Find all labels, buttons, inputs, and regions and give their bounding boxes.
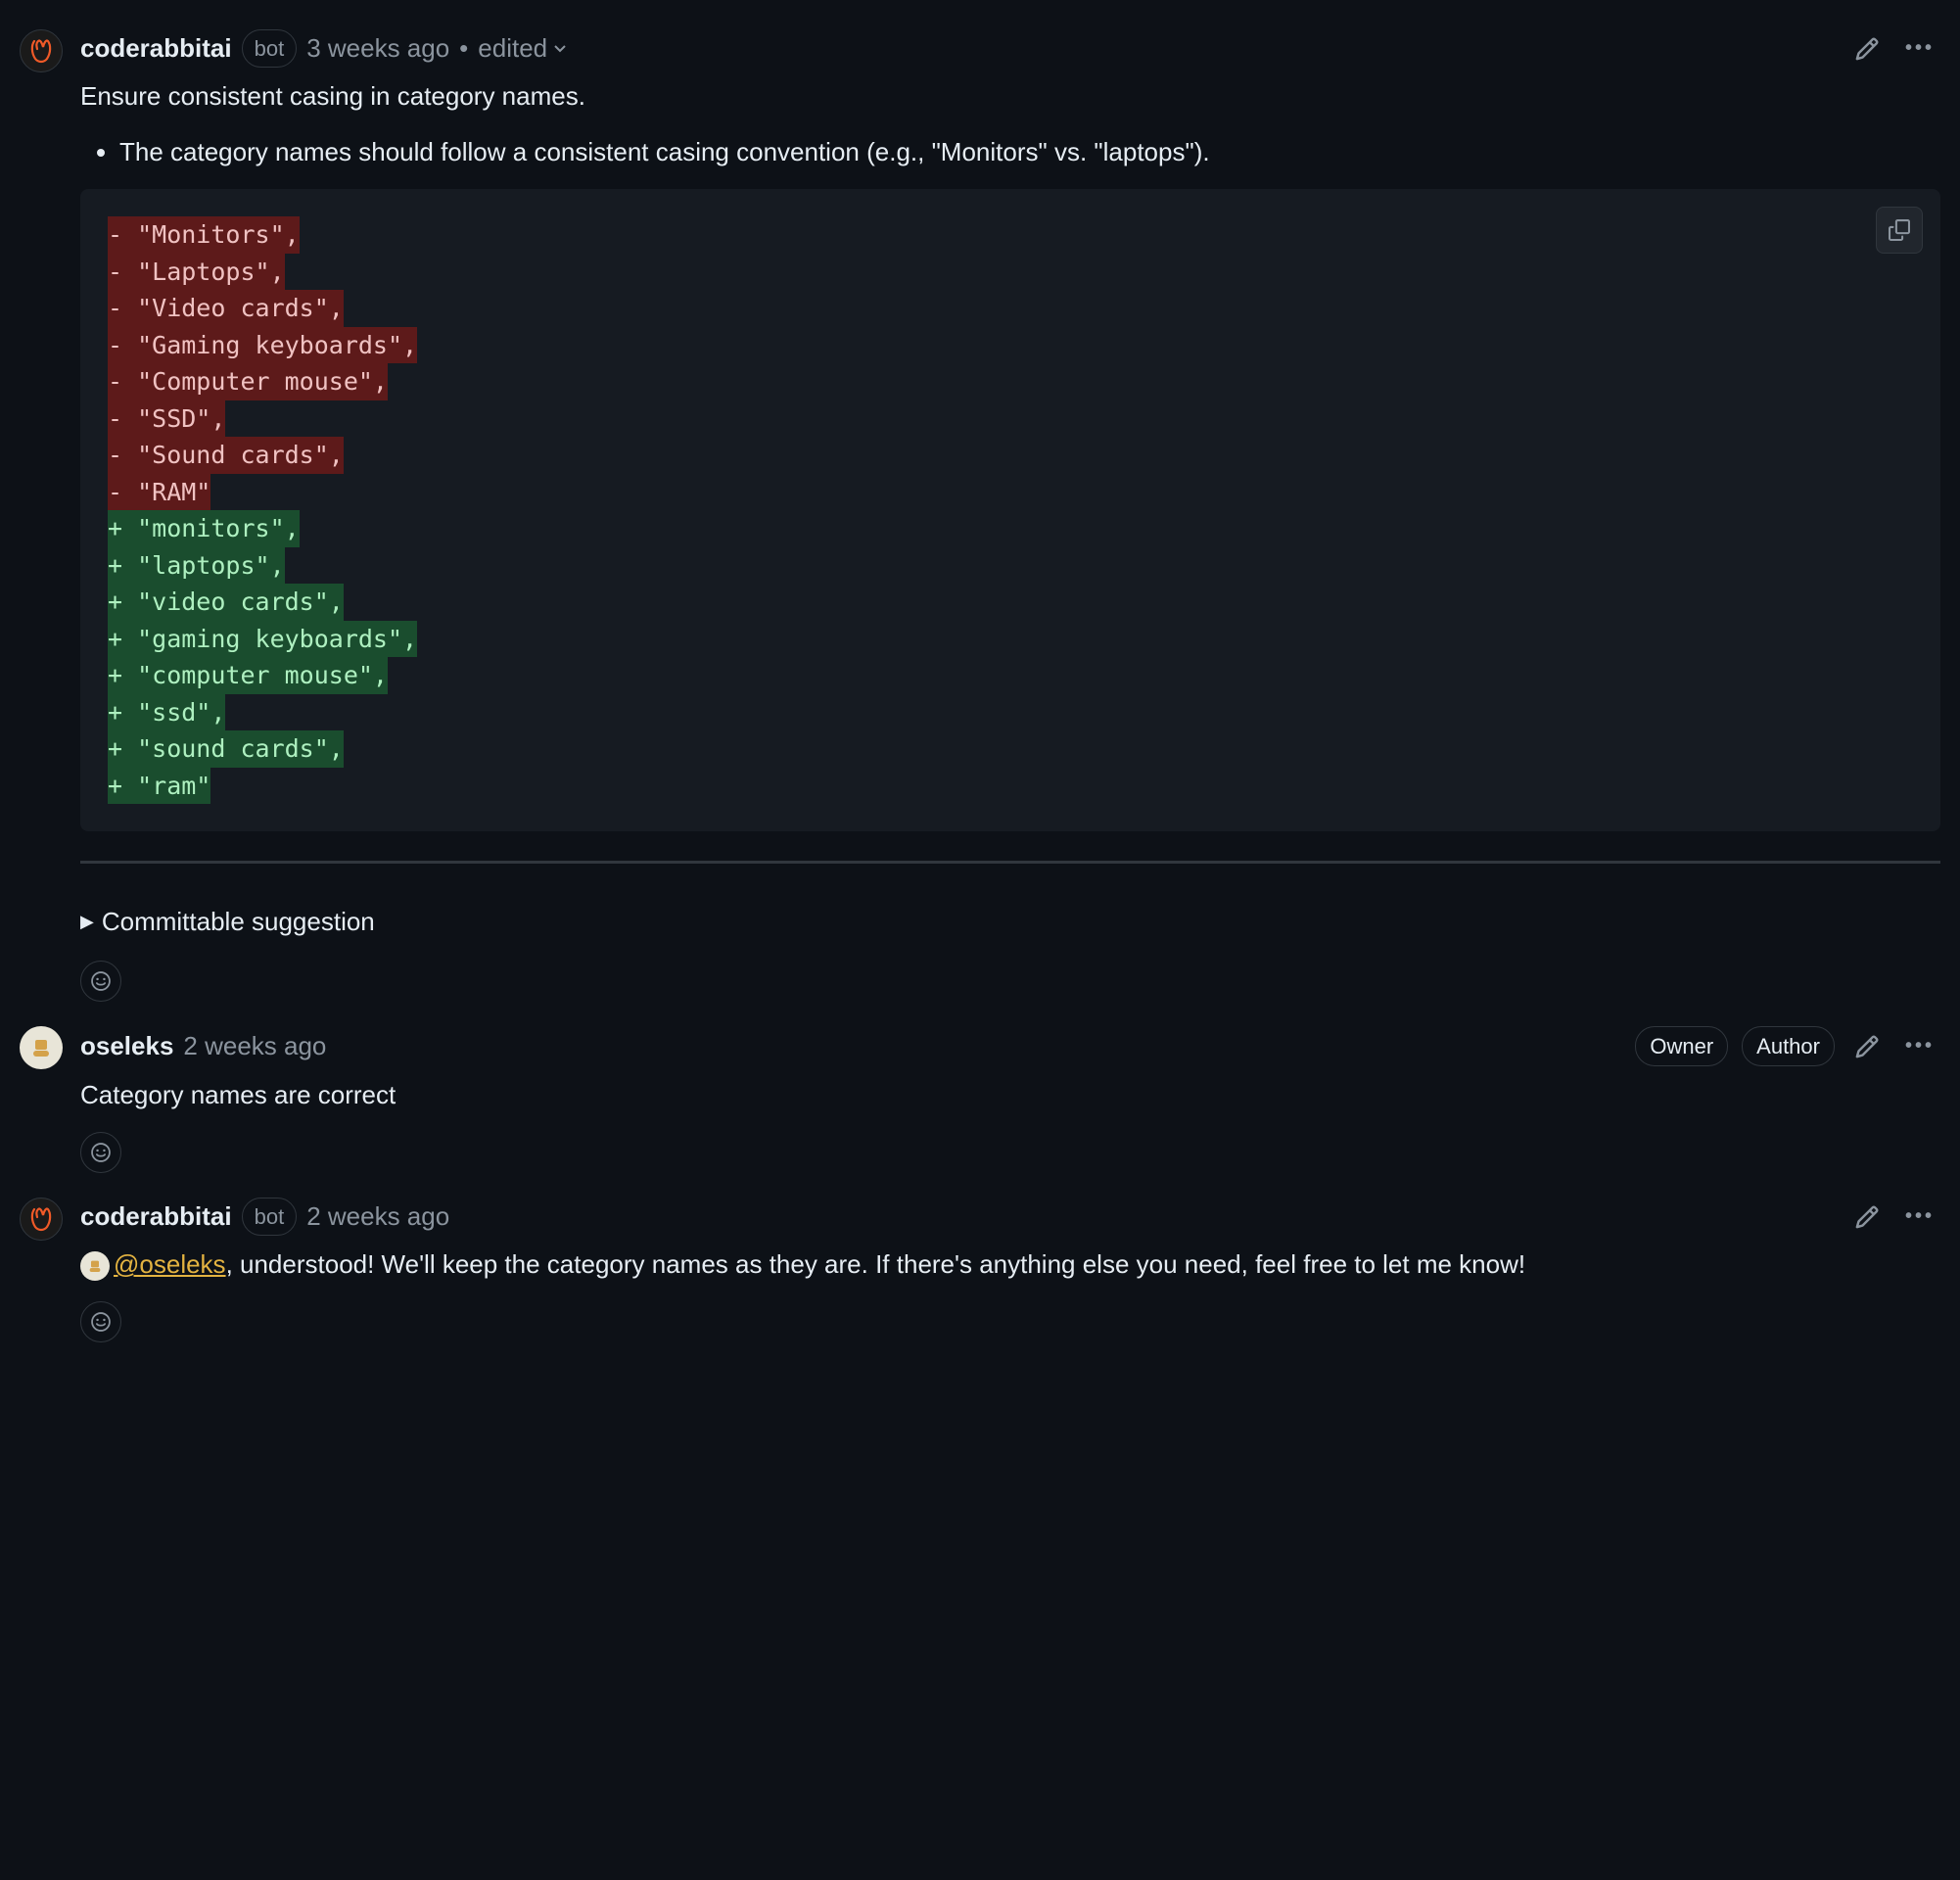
diff-added-line: + "ssd", [108,694,225,731]
comment-title: Ensure consistent casing in category nam… [80,77,1940,116]
copy-icon [1889,219,1910,241]
separator: • [459,29,468,68]
timestamp[interactable]: 3 weeks ago [306,29,449,68]
diff-removed-line: - "Monitors", [108,216,300,254]
diff-removed-line: - "Video cards", [108,290,344,327]
edit-button[interactable] [1848,1028,1886,1065]
diff-added-line: + "gaming keyboards", [108,621,417,658]
diff-added-line: + "ram" [108,768,210,805]
diff-added-line: + "sound cards", [108,730,344,768]
pencil-icon [1854,1034,1880,1059]
more-actions-button[interactable]: ••• [1899,1199,1940,1234]
user-mention-link[interactable]: @oseleks [114,1249,226,1279]
owner-badge: Owner [1635,1026,1728,1066]
diff-removed-line: - "SSD", [108,400,225,438]
author-name[interactable]: coderabbitai [80,1198,232,1236]
committable-suggestion-toggle[interactable]: ▶ Committable suggestion [80,903,1940,941]
diff-added-line: + "monitors", [108,510,300,547]
comment-header: coderabbitai bot 3 weeks ago • edited ••… [80,29,1940,68]
add-reaction-button[interactable] [80,961,121,1002]
copy-button[interactable] [1876,207,1923,254]
bot-badge: bot [242,29,298,68]
details-label: Committable suggestion [102,903,375,941]
bullet-item: The category names should follow a consi… [119,133,1940,171]
timestamp[interactable]: 2 weeks ago [183,1027,326,1065]
author-name[interactable]: coderabbitai [80,29,232,68]
mention-avatar [80,1251,110,1281]
more-actions-button[interactable]: ••• [1899,31,1940,66]
edited-indicator[interactable]: edited [478,29,567,68]
chevron-down-icon [553,42,567,56]
smiley-icon [90,1311,112,1333]
diff-added-line: + "video cards", [108,584,344,621]
pencil-icon [1854,36,1880,62]
pencil-icon [1854,1204,1880,1230]
diff-removed-line: - "Computer mouse", [108,363,388,400]
comment: coderabbitai bot 2 weeks ago ••• @oselek… [20,1198,1940,1342]
comment-header: oseleks 2 weeks ago Owner Author ••• [80,1026,1940,1066]
comment-text: Category names are correct [80,1076,1940,1114]
more-actions-button[interactable]: ••• [1899,1029,1940,1063]
edit-button[interactable] [1848,30,1886,68]
avatar[interactable] [20,1026,63,1069]
add-reaction-button[interactable] [80,1301,121,1342]
smiley-icon [90,1142,112,1163]
comment-header: coderabbitai bot 2 weeks ago ••• [80,1198,1940,1236]
diff-added-line: + "laptops", [108,547,285,585]
triangle-right-icon: ▶ [80,909,94,935]
edit-button[interactable] [1848,1198,1886,1236]
diff-removed-line: - "Gaming keyboards", [108,327,417,364]
diff-removed-line: - "RAM" [108,474,210,511]
comment-text: @oseleks, understood! We'll keep the cat… [80,1246,1940,1284]
author-name[interactable]: oseleks [80,1027,173,1065]
add-reaction-button[interactable] [80,1132,121,1173]
bot-badge: bot [242,1198,298,1236]
comment: coderabbitai bot 3 weeks ago • edited ••… [20,29,1940,1002]
diff-removed-line: - "Laptops", [108,254,285,291]
code-block: - "Monitors", - "Laptops", - "Video card… [80,189,1940,831]
author-badge: Author [1742,1026,1835,1066]
diff-added-line: + "computer mouse", [108,657,388,694]
avatar[interactable] [20,1198,63,1241]
timestamp[interactable]: 2 weeks ago [306,1198,449,1236]
comment: oseleks 2 weeks ago Owner Author ••• Cat… [20,1026,1940,1173]
avatar[interactable] [20,29,63,72]
smiley-icon [90,970,112,992]
divider [80,861,1940,864]
diff-removed-line: - "Sound cards", [108,437,344,474]
comment-text-tail: , understood! We'll keep the category na… [226,1249,1526,1279]
